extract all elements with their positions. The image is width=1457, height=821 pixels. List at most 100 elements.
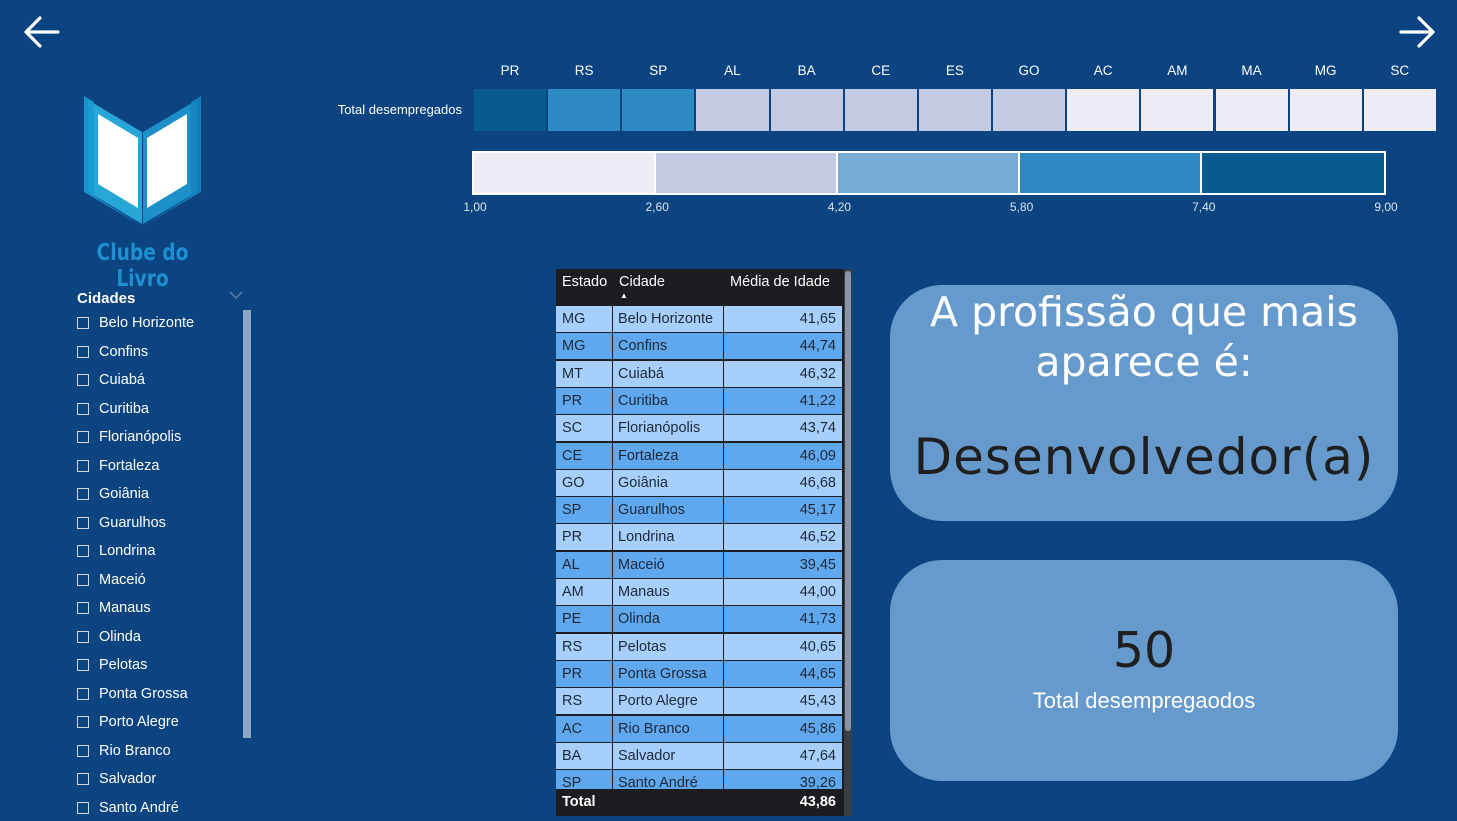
- cell-cidade: Maceió: [613, 551, 723, 578]
- table-row[interactable]: AM Manaus 44,00: [556, 579, 842, 605]
- table-row[interactable]: PR Curitiba 41,22: [556, 387, 842, 414]
- slicer-item[interactable]: Curitiba: [77, 398, 149, 420]
- heatmap-cell[interactable]: [1288, 88, 1363, 132]
- slicer-item[interactable]: Guarulhos: [77, 512, 166, 534]
- checkbox[interactable]: [77, 573, 89, 586]
- heatmap-cell[interactable]: [621, 88, 696, 132]
- cell-media: 40,65: [724, 633, 842, 660]
- checkbox[interactable]: [77, 801, 89, 814]
- heatmap-cell[interactable]: [769, 88, 844, 132]
- slicer-item[interactable]: Fortaleza: [77, 455, 159, 477]
- cell-media: 47,64: [724, 742, 842, 769]
- header-media[interactable]: Média de Idade: [730, 274, 830, 290]
- table-row[interactable]: SP Guarulhos 45,17: [556, 497, 842, 524]
- arrow-right-icon: [1399, 16, 1435, 48]
- slicer-item[interactable]: Ponta Grossa: [77, 683, 188, 705]
- heatmap-cell[interactable]: [843, 88, 918, 132]
- legend-tick-label: 7,40: [1192, 200, 1216, 214]
- header-estado[interactable]: Estado: [562, 274, 607, 290]
- cell-media: 44,74: [724, 333, 842, 360]
- heatmap-cell[interactable]: [547, 88, 622, 132]
- cell-estado: BA: [556, 742, 612, 769]
- chevron-down-icon[interactable]: [228, 288, 244, 302]
- heatmap-cell[interactable]: [695, 88, 770, 132]
- slicer-item[interactable]: Olinda: [77, 626, 141, 648]
- table-row[interactable]: SC Florianópolis 43,74: [556, 415, 842, 442]
- table-row[interactable]: RS Porto Alegre 45,43: [556, 688, 842, 715]
- checkbox[interactable]: [77, 402, 89, 415]
- open-book-icon: [84, 96, 201, 226]
- table-row[interactable]: CE Fortaleza 46,09: [556, 442, 842, 469]
- checkbox[interactable]: [77, 744, 89, 757]
- legend-segment: [474, 153, 656, 193]
- slicer-item[interactable]: Cuiabá: [77, 369, 145, 391]
- checkbox[interactable]: [77, 516, 89, 529]
- slicer-item-label: Fortaleza: [99, 457, 160, 474]
- header-cidade[interactable]: Cidade: [619, 274, 665, 290]
- table-row[interactable]: SP Santo André 39,26: [556, 770, 842, 789]
- table-row[interactable]: RS Pelotas 40,65: [556, 633, 842, 660]
- checkbox[interactable]: [77, 630, 89, 643]
- slicer-item[interactable]: Goiânia: [77, 483, 149, 505]
- table-row[interactable]: MG Confins 44,74: [556, 333, 842, 360]
- table-scrollbar[interactable]: [845, 271, 851, 731]
- heatmap-column-label: MA: [1241, 63, 1262, 78]
- slicer-item[interactable]: Pelotas: [77, 654, 147, 676]
- table-row[interactable]: PE Olinda 41,73: [556, 606, 842, 633]
- checkbox[interactable]: [77, 545, 89, 557]
- heatmap-column-label: AM: [1167, 63, 1188, 78]
- checkbox[interactable]: [77, 773, 89, 785]
- table-row[interactable]: AC Rio Branco 45,86: [556, 715, 842, 742]
- heatmap-cell[interactable]: [473, 88, 548, 132]
- heatmap-cell[interactable]: [1066, 88, 1141, 132]
- forward-button[interactable]: [1397, 12, 1437, 52]
- slicer-item[interactable]: Santo André: [77, 797, 179, 819]
- cell-estado: SP: [556, 497, 612, 524]
- legend-segment: [1020, 153, 1202, 193]
- slicer-item[interactable]: Confins: [77, 341, 148, 363]
- checkbox[interactable]: [77, 659, 89, 671]
- slicer-item[interactable]: Belo Horizonte: [77, 312, 194, 334]
- slicer-item[interactable]: Rio Branco: [77, 740, 171, 762]
- back-button[interactable]: [22, 12, 62, 52]
- checkbox[interactable]: [77, 345, 89, 358]
- heatmap-column-label: SP: [649, 63, 668, 78]
- checkbox[interactable]: [77, 716, 89, 728]
- slicer-item[interactable]: Maceió: [77, 569, 146, 591]
- slicer-item[interactable]: Londrina: [77, 540, 155, 562]
- table-row[interactable]: GO Goiânia 46,68: [556, 469, 842, 496]
- table-row[interactable]: BA Salvador 47,64: [556, 742, 842, 769]
- table-row[interactable]: MG Belo Horizonte 41,65: [556, 306, 842, 332]
- slicer-item[interactable]: Florianópolis: [77, 426, 181, 448]
- legend-tick-label: 2,60: [645, 200, 669, 214]
- table-row[interactable]: PR Ponta Grossa 44,65: [556, 660, 842, 687]
- slicer-item-label: Maceió: [99, 571, 146, 588]
- table-row[interactable]: MT Cuiabá 46,32: [556, 360, 842, 387]
- checkbox[interactable]: [77, 488, 89, 500]
- slicer-list: Belo Horizonte Confins Cuiabá Curitiba Flori…: [72, 310, 242, 820]
- checkbox[interactable]: [77, 317, 89, 329]
- checkbox[interactable]: [77, 374, 89, 386]
- slicer-item-label: Goiânia: [99, 486, 149, 502]
- slicer-item-label: Confins: [99, 343, 149, 360]
- checkbox[interactable]: [77, 602, 89, 614]
- slicer-scrollbar[interactable]: [243, 310, 251, 738]
- cell-media: 41,73: [724, 606, 842, 633]
- heatmap-cell[interactable]: [1214, 88, 1289, 132]
- checkbox[interactable]: [77, 459, 89, 472]
- cell-estado: SC: [556, 415, 612, 442]
- heatmap-cell[interactable]: [917, 88, 993, 132]
- slicer-item-label: Porto Alegre: [99, 714, 179, 730]
- heatmap-row: [473, 88, 1437, 132]
- slicer-item[interactable]: Manaus: [77, 597, 151, 619]
- heatmap-cell[interactable]: [1140, 88, 1215, 132]
- heatmap-cell[interactable]: [992, 88, 1067, 132]
- table-row[interactable]: PR Londrina 46,52: [556, 524, 842, 551]
- cell-estado: GO: [556, 469, 612, 496]
- table-row[interactable]: AL Maceió 39,45: [556, 551, 842, 578]
- heatmap-cell[interactable]: [1362, 88, 1437, 132]
- slicer-item[interactable]: Salvador: [77, 768, 156, 790]
- checkbox[interactable]: [77, 687, 89, 700]
- checkbox[interactable]: [77, 431, 89, 443]
- slicer-item[interactable]: Porto Alegre: [77, 711, 179, 733]
